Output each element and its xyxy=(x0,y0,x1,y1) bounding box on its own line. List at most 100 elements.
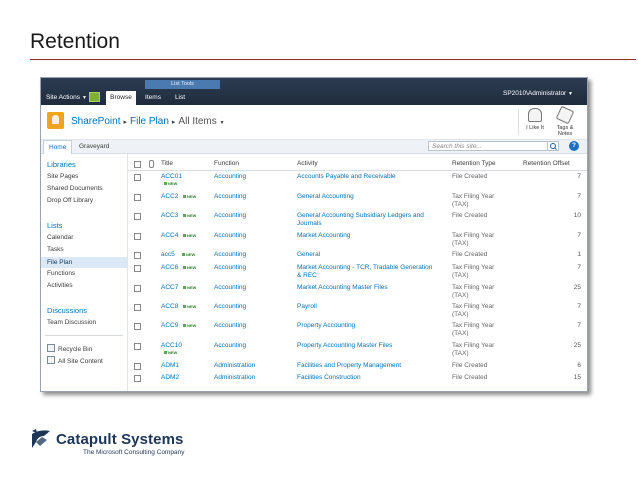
new-badge: NEW xyxy=(182,252,195,257)
help-icon[interactable]: ? xyxy=(569,141,579,151)
nav-heading-discussions[interactable]: Discussions xyxy=(47,306,87,315)
row-checkbox[interactable] xyxy=(134,363,141,370)
row-title[interactable]: ACC8 xyxy=(161,303,178,310)
column-activity[interactable]: Activity xyxy=(297,160,318,167)
row-checkbox[interactable] xyxy=(134,323,141,330)
nav-item-tasks[interactable]: Tasks xyxy=(47,246,64,253)
row-activity[interactable]: General Accounting xyxy=(297,193,449,201)
row-function[interactable]: Accounting xyxy=(214,303,246,310)
topnav-graveyard[interactable]: Graveyard xyxy=(79,140,109,153)
row-retention-type-line: (TAX) xyxy=(452,350,469,357)
row-checkbox[interactable] xyxy=(134,304,141,311)
row-activity[interactable]: Facilities and Property Management xyxy=(297,362,449,370)
search-icon[interactable] xyxy=(547,141,559,151)
row-checkbox[interactable] xyxy=(134,375,141,382)
column-retention-offset[interactable]: Retention Offset xyxy=(523,160,570,167)
column-retention-type[interactable]: Retention Type xyxy=(452,160,496,167)
tags-notes-label-2: Notes xyxy=(557,131,573,137)
row-title[interactable]: ACC9 xyxy=(161,322,178,329)
breadcrumb-list[interactable]: File Plan xyxy=(130,116,169,127)
row-checkbox[interactable] xyxy=(134,265,141,272)
column-title[interactable]: Title xyxy=(161,160,173,167)
row-checkbox[interactable] xyxy=(134,252,141,259)
row-title[interactable]: acc5 xyxy=(161,251,175,258)
navigate-up-icon[interactable] xyxy=(89,92,100,102)
row-title[interactable]: ACC2 xyxy=(161,193,178,200)
row-activity[interactable]: General xyxy=(297,251,449,259)
topnav-home[interactable]: Home xyxy=(43,140,73,154)
row-activity[interactable]: Market Accounting - TCR, Tradable Genera… xyxy=(297,264,449,280)
row-function[interactable]: Accounting xyxy=(214,322,246,329)
row-function[interactable]: Administration xyxy=(214,362,255,369)
row-function[interactable]: Accounting xyxy=(214,342,246,349)
row-title[interactable]: ACC10 xyxy=(161,342,182,349)
nav-heading-lists[interactable]: Lists xyxy=(47,221,62,230)
row-checkbox[interactable] xyxy=(134,213,141,220)
nav-item-team-discussion[interactable]: Team Discussion xyxy=(47,319,96,326)
view-selector[interactable]: All Items xyxy=(178,116,216,127)
row-retention-type-line: Tax Filing Year xyxy=(452,284,495,291)
row-activity[interactable]: Payroll xyxy=(297,303,449,311)
row-retention-type: Tax Filing Year (TAX) xyxy=(452,342,514,358)
row-function[interactable]: Accounting xyxy=(214,193,246,200)
tab-list[interactable]: List xyxy=(170,91,190,105)
i-like-it-button[interactable]: I Like It xyxy=(522,108,548,131)
row-checkbox[interactable] xyxy=(134,174,141,181)
row-function[interactable]: Accounting xyxy=(214,212,246,219)
row-activity[interactable]: Facilities Construction xyxy=(297,374,449,382)
nav-item-all-site-content[interactable]: All Site Content xyxy=(47,356,103,365)
site-actions-menu[interactable]: Site Actions ▼ xyxy=(46,94,87,101)
row-activity[interactable]: Market Accounting Master Files xyxy=(297,284,449,292)
row-activity[interactable]: Accounts Payable and Receivable xyxy=(297,173,449,181)
row-title[interactable]: ACC6 xyxy=(161,264,178,271)
search-input[interactable]: Search this site... xyxy=(428,141,549,151)
row-function[interactable]: Accounting xyxy=(214,251,246,258)
nav-heading-libraries[interactable]: Libraries xyxy=(47,160,76,169)
nav-item-calendar[interactable]: Calendar xyxy=(47,234,73,241)
user-menu[interactable]: SP2010\Administrator ▼ xyxy=(503,90,573,97)
row-function[interactable]: Accounting xyxy=(214,232,246,239)
nav-item-shared-documents[interactable]: Shared Documents xyxy=(47,185,103,192)
nav-item-recycle-bin[interactable]: Recycle Bin xyxy=(47,344,92,353)
row-function[interactable]: Accounting xyxy=(214,173,246,180)
tag-icon xyxy=(555,105,575,125)
row-activity-line: Journals xyxy=(297,220,322,227)
tab-browse[interactable]: Browse xyxy=(106,91,136,105)
row-function[interactable]: Accounting xyxy=(214,284,246,291)
row-title[interactable]: ACC3 xyxy=(161,212,178,219)
row-retention-type: Tax Filing Year (TAX) xyxy=(452,264,514,280)
tags-notes-button[interactable]: Tags & Notes xyxy=(552,105,578,137)
row-title[interactable]: ACC01 xyxy=(161,173,182,180)
row-title[interactable]: ADM2 xyxy=(161,374,179,381)
nav-item-functions[interactable]: Functions xyxy=(47,270,75,277)
new-badge: NEW xyxy=(183,285,196,290)
breadcrumb-site[interactable]: SharePoint xyxy=(71,116,120,127)
nav-item-file-plan[interactable]: File Plan xyxy=(41,257,127,268)
row-title[interactable]: ACC7 xyxy=(161,284,178,291)
new-badge: NEW xyxy=(183,233,196,238)
row-title[interactable]: ACC4 xyxy=(161,232,178,239)
tab-items[interactable]: Items xyxy=(142,91,164,105)
row-activity[interactable]: General Accounting Subsidiary Ledgers an… xyxy=(297,212,449,228)
row-function[interactable]: Administration xyxy=(214,374,255,381)
site-actions-label: Site Actions xyxy=(46,94,80,101)
column-function[interactable]: Function xyxy=(214,160,239,167)
row-function[interactable]: Accounting xyxy=(214,264,246,271)
title-bar: SharePoint ▸ File Plan ▸ All Items ▼ I Like … xyxy=(41,105,587,140)
row-checkbox[interactable] xyxy=(134,343,141,350)
row-title[interactable]: ADM1 xyxy=(161,362,179,369)
row-activity[interactable]: Property Accounting Master Files xyxy=(297,342,449,350)
row-checkbox[interactable] xyxy=(134,194,141,201)
row-retention-type-line: Tax Filing Year xyxy=(452,322,495,329)
select-all-checkbox[interactable] xyxy=(134,161,141,168)
row-retention-type-line: (TAX) xyxy=(452,201,469,208)
nav-item-activities[interactable]: Activities xyxy=(47,282,73,289)
row-activity[interactable]: Market Accounting xyxy=(297,232,449,240)
row-retention-type: File Created xyxy=(452,173,514,181)
nav-item-site-pages[interactable]: Site Pages xyxy=(47,173,78,180)
row-activity[interactable]: Property Accounting xyxy=(297,322,449,330)
row-checkbox[interactable] xyxy=(134,233,141,240)
list-tools-label: List Tools xyxy=(145,80,220,89)
nav-item-drop-off-library[interactable]: Drop Off Library xyxy=(47,197,93,204)
row-checkbox[interactable] xyxy=(134,285,141,292)
